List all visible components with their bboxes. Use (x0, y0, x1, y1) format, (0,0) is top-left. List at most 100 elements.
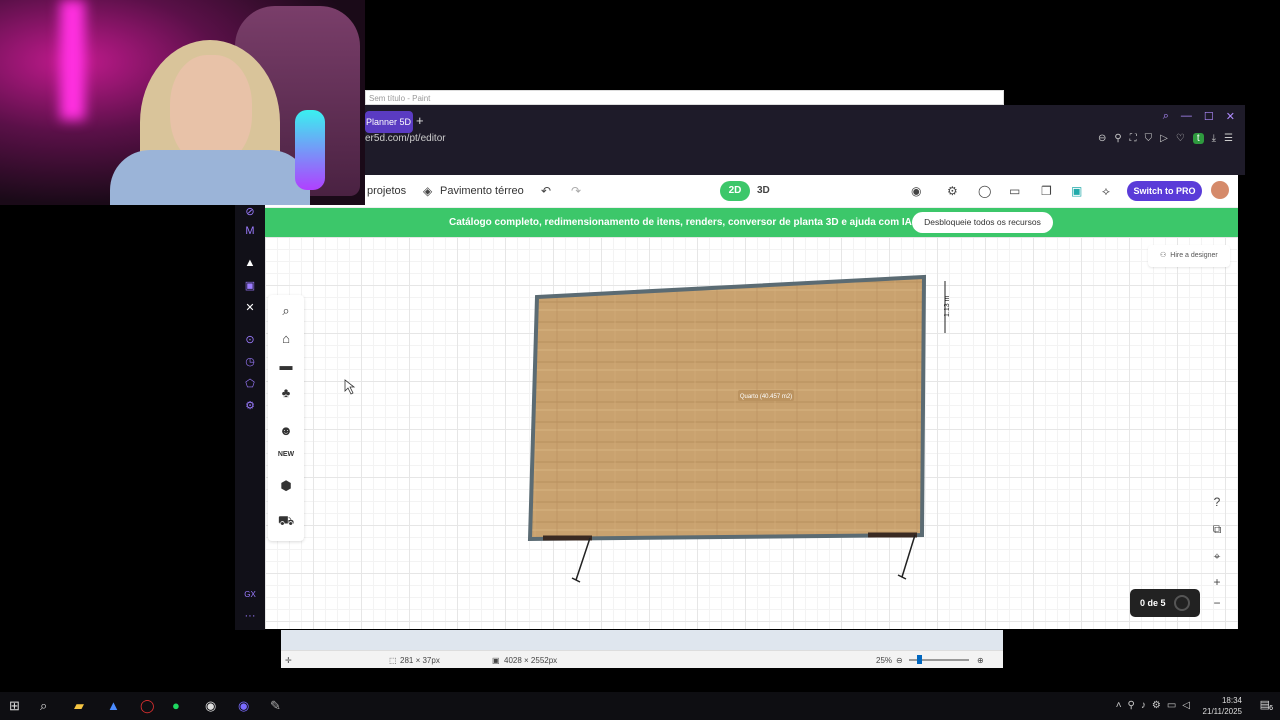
new-tab-button[interactable]: + (416, 113, 424, 128)
folder-icon[interactable]: ▰ (74, 698, 84, 714)
share-icon[interactable]: ⟡ (1102, 184, 1110, 199)
dimension-label: 1.13 m (944, 295, 951, 317)
ruler-icon[interactable]: ▭ (1009, 184, 1020, 198)
display-icon[interactable]: ▭ (1167, 700, 1176, 711)
hire-designer-button[interactable]: ⚇ Hire a designer (1148, 245, 1230, 267)
paint-icon[interactable]: ✎ (270, 698, 281, 714)
download-icon[interactable]: ⤓ (1212, 133, 1216, 144)
mic-icon[interactable]: ♪ (1141, 700, 1146, 711)
obs-icon[interactable]: ◉ (205, 698, 216, 714)
browser-tab[interactable]: Planner 5D (365, 111, 413, 133)
chevron-up-icon[interactable]: ˄ (1116, 700, 1122, 711)
twitch-icon[interactable]: ▣ (235, 279, 265, 292)
pin-icon[interactable]: ⚲ (1114, 133, 1121, 144)
messenger-icon[interactable]: M (235, 225, 265, 237)
extensions-icon[interactable]: ⬠ (235, 377, 265, 390)
room-floor[interactable] (527, 274, 927, 542)
device-icon[interactable]: ⚲ (1128, 700, 1135, 711)
progress-label: 0 de 5 (1140, 598, 1166, 608)
minimize-icon[interactable]: — (1181, 110, 1192, 123)
heart-icon[interactable]: ♡ (1176, 133, 1185, 144)
sidebar-icon[interactable]: ⊘ (235, 205, 265, 218)
player-icon[interactable]: ⊙ (235, 333, 265, 346)
switch-to-pro-button[interactable]: Switch to PRO (1127, 181, 1202, 201)
selection-size: 281 × 37px (400, 656, 440, 665)
maximize-icon[interactable]: ☐ (1204, 110, 1214, 123)
crosshair-icon: ✛ (285, 656, 292, 665)
layers-icon: ◈ (423, 184, 433, 198)
opera-icon[interactable]: ◯ (140, 698, 155, 714)
mode-3d-button[interactable]: 3D (757, 185, 770, 196)
zoom-in-icon[interactable]: + (1206, 575, 1228, 589)
start-icon[interactable]: ⊞ (9, 698, 20, 714)
window-controls: ⌕ — ☐ ✕ (1163, 110, 1235, 123)
external-link-icon[interactable]: ⧉ (1206, 522, 1228, 537)
avatar[interactable] (1211, 181, 1229, 199)
zoom-out-icon[interactable]: − (1206, 596, 1228, 610)
tree-icon[interactable]: ♣ (268, 385, 304, 400)
menu-icon[interactable]: ☰ (1224, 133, 1233, 144)
discord-icon[interactable]: ◉ (238, 698, 249, 714)
unlock-features-button[interactable]: Desbloqueie todos os recursos (912, 212, 1053, 233)
copy-icon[interactable]: ❐ (1041, 184, 1052, 198)
mode-2d-button[interactable]: 2D (720, 181, 750, 201)
shield-icon[interactable]: ⛉ (1145, 133, 1153, 144)
tab-label: Planner 5D (366, 117, 412, 127)
browser-toolbar-icons: ⊖ ⚲ ⛶ ⛉ ▷ ♡ t ⤓ ☰ (1098, 133, 1233, 144)
home-icon[interactable]: ⌂ (268, 331, 304, 346)
promo-banner: Catálogo completo, redimensionamento de … (265, 208, 1238, 237)
help-icon[interactable]: ? (1206, 495, 1228, 509)
catalog-toolbar: ⌕ ⌂ ▬ ♣ ☻ NEW ⬢ ⛟ (268, 295, 304, 541)
floor-plan-canvas[interactable]: 1.13 m Quarto (40.457 m2) ⌕ ⌂ ▬ ♣ ☻ NEW … (265, 237, 1238, 629)
tasks-progress[interactable]: 0 de 5 (1130, 589, 1200, 617)
browser-sidebar: ⊘ M ▲ ▣ ✕ ⊙ ◷ ⬠ ⚙ GX ··· (235, 205, 265, 630)
redo-icon[interactable]: ↷ (571, 184, 581, 198)
projects-link[interactable]: projetos (367, 185, 406, 197)
more-icon[interactable]: ··· (235, 610, 265, 622)
furniture-icon[interactable]: ▬ (268, 358, 304, 373)
history-icon[interactable]: ◷ (235, 355, 265, 368)
x-icon[interactable]: ✕ (235, 301, 265, 314)
app-icon[interactable]: ▲ (107, 698, 120, 713)
search-icon[interactable]: ⌕ (40, 698, 47, 714)
close-icon[interactable]: ✕ (1226, 110, 1235, 123)
door-swing (901, 534, 916, 578)
zoom-in-icon[interactable]: ⊕ (977, 656, 984, 665)
zoom-icon[interactable]: ⊖ (1098, 133, 1106, 144)
zoom-level: 25% (876, 656, 893, 665)
locate-icon[interactable]: ⌖ (1206, 549, 1228, 564)
settings-icon[interactable]: ⚙ (235, 399, 265, 412)
floor-selector[interactable]: Pavimento térreo (440, 185, 524, 197)
cart-icon[interactable]: ⛟ (268, 513, 304, 531)
clock[interactable]: 18:34 21/11/2025 (1203, 695, 1242, 717)
date: 21/11/2025 (1202, 707, 1242, 716)
gx-icon[interactable]: GX (235, 590, 265, 599)
search-icon[interactable]: ⌕ (268, 303, 304, 319)
new-icon[interactable]: NEW (268, 451, 304, 458)
mouse-cursor (344, 379, 356, 395)
volume-icon[interactable]: ◁ (1182, 700, 1190, 711)
address-bar[interactable]: er5d.com/pt/editor (365, 133, 446, 144)
zoom-out-icon[interactable]: ⊖ (896, 656, 903, 665)
led-light (60, 0, 85, 120)
spotify-icon[interactable]: ● (172, 698, 180, 713)
ai-icon[interactable]: ▣ (1071, 184, 1082, 198)
screenshot-icon[interactable]: ⛶ (1130, 133, 1137, 144)
play-icon[interactable]: ▷ (1160, 133, 1168, 144)
profile-avatar[interactable]: t (1192, 133, 1204, 144)
zoom-slider-thumb[interactable] (917, 655, 922, 664)
people-icon[interactable]: ☻ (268, 423, 304, 438)
windows-taskbar: ⊞ ⌕ ▰ ▲ ◯ ● ◉ ◉ ✎ ˄ ⚲ ♪ ⚙ ▭ ◁ 18:34 21/1… (0, 692, 1280, 720)
paint-canvas-area (281, 630, 1003, 650)
body (110, 150, 310, 205)
search-icon[interactable]: ⌕ (1163, 110, 1169, 123)
app-icon[interactable]: ▲ (235, 257, 265, 269)
settings-icon[interactable]: ⚙ (1152, 700, 1161, 711)
room-label[interactable]: Quarto (40.457 m2) (740, 394, 792, 400)
gear-icon[interactable]: ⚙ (947, 184, 958, 198)
undo-icon[interactable]: ↶ (541, 184, 551, 198)
camera-icon[interactable]: ◉ (911, 184, 921, 198)
box-icon[interactable]: ⬢ (268, 478, 304, 494)
time: 18:34 (1221, 696, 1242, 705)
chat-icon[interactable]: ◯ (978, 184, 991, 198)
